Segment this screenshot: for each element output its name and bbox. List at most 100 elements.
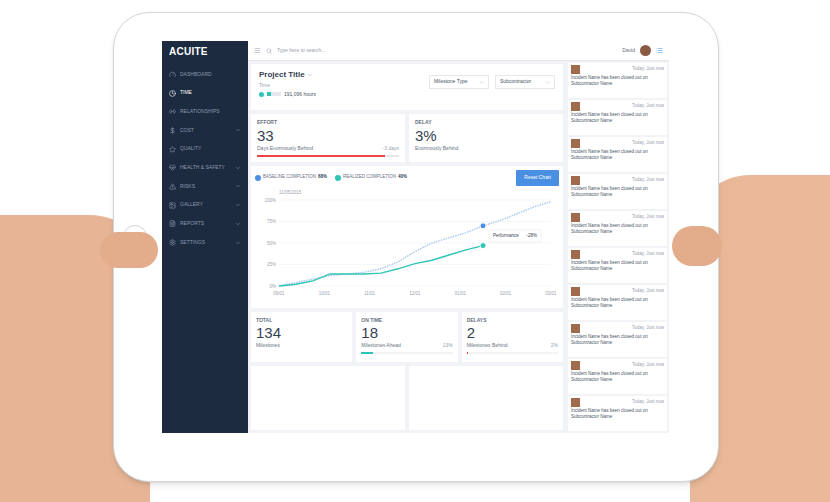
legend-item[interactable]: REALIZED COMPLETION40% bbox=[335, 174, 407, 181]
feed-item[interactable]: Today, Just nowIncident Name has been cl… bbox=[568, 211, 667, 246]
feed-item[interactable]: Today, Just nowIncident Name has been cl… bbox=[568, 174, 667, 209]
svg-text:11/01: 11/01 bbox=[364, 291, 375, 296]
feed-item[interactable]: Today, Just nowIncident Name has been cl… bbox=[568, 63, 667, 98]
svg-text:0%: 0% bbox=[269, 283, 276, 288]
svg-text:12/01: 12/01 bbox=[409, 291, 421, 296]
project-header: Project TitleTime191,096 hoursMilestone … bbox=[251, 64, 563, 110]
svg-text:75%: 75% bbox=[267, 219, 276, 224]
logo[interactable]: ACUITE bbox=[162, 41, 248, 61]
sidebar-item-icon bbox=[169, 239, 176, 246]
milestone-card: TOTAL134Milestones bbox=[251, 312, 352, 362]
feed-item[interactable]: Today, Just nowIncident Name has been cl… bbox=[568, 396, 667, 431]
sidebar-item-icon bbox=[169, 71, 176, 78]
hamburger-icon[interactable] bbox=[254, 47, 261, 54]
menu-icon[interactable] bbox=[656, 47, 663, 54]
top-bar: Type here to search... David bbox=[248, 41, 669, 61]
feed-avatar bbox=[571, 250, 580, 259]
svg-text:50%: 50% bbox=[267, 240, 276, 245]
sidebar-item[interactable]: QUALITY bbox=[162, 140, 248, 159]
search-icon bbox=[266, 48, 272, 54]
svg-text:-28%: -28% bbox=[526, 233, 537, 238]
tablet: ACUITE DASHBOARDTIMERELATIONSHIPSCOSTQUAL… bbox=[113, 12, 719, 482]
milestone-bar bbox=[361, 352, 452, 354]
sidebar-item[interactable]: HEALTH & SAFETY bbox=[162, 158, 248, 177]
sidebar-item-icon bbox=[169, 183, 176, 190]
svg-text:01/01: 01/01 bbox=[455, 291, 467, 296]
feed-avatar bbox=[571, 176, 580, 185]
kpi-card: EFFORT33Days Enormously Behind-3 days bbox=[251, 114, 405, 162]
feed-item[interactable]: Today, Just nowIncident Name has been cl… bbox=[568, 322, 667, 357]
feed-avatar bbox=[571, 213, 580, 222]
sidebar-item-icon bbox=[169, 146, 176, 153]
sidebar-item-icon bbox=[169, 108, 176, 115]
sidebar-item-icon bbox=[169, 90, 176, 97]
milestone-card: DELAYS2Milestones Behind2% bbox=[462, 312, 563, 362]
chevron-icon bbox=[235, 127, 241, 133]
completion-chart: 11/05/2015100% 75% 50% 25% 0% 09/01 10/01 11/01… bbox=[255, 186, 559, 304]
empty-card bbox=[409, 366, 563, 431]
reset-chart-button[interactable]: Reset Chart bbox=[516, 170, 559, 186]
right-thumb bbox=[672, 226, 722, 266]
milestone-bar bbox=[467, 352, 558, 354]
chevron-icon bbox=[479, 80, 484, 85]
chart-card: BASELINE COMPLETION68% REALIZED COMPLETIO… bbox=[251, 166, 563, 308]
left-thumb bbox=[100, 232, 158, 268]
chevron-icon bbox=[307, 72, 313, 78]
feed-item[interactable]: Today, Just nowIncident Name has been cl… bbox=[568, 248, 667, 283]
feed-item[interactable]: Today, Just nowIncident Name has been cl… bbox=[568, 137, 667, 172]
feed-item[interactable]: Today, Just nowIncident Name has been cl… bbox=[568, 359, 667, 394]
feed-avatar bbox=[571, 361, 580, 370]
activity-feed: Today, Just nowIncident Name has been cl… bbox=[566, 61, 669, 433]
feed-item[interactable]: Today, Just nowIncident Name has been cl… bbox=[568, 100, 667, 135]
user-name[interactable]: David bbox=[622, 47, 635, 55]
screen: ACUITE DASHBOARDTIMERELATIONSHIPSCOSTQUAL… bbox=[162, 41, 669, 433]
feed-avatar bbox=[571, 139, 580, 148]
mockup: ACUITE DASHBOARDTIMERELATIONSHIPSCOSTQUAL… bbox=[0, 0, 830, 502]
chevron-icon bbox=[235, 183, 241, 189]
chevron-icon bbox=[235, 240, 241, 246]
sidebar: ACUITE DASHBOARDTIMERELATIONSHIPSCOSTQUAL… bbox=[162, 41, 248, 433]
sidebar-item[interactable]: COST bbox=[162, 121, 248, 140]
sidebar-item[interactable]: TIME bbox=[162, 84, 248, 103]
filter-dropdown[interactable]: Milestone Type bbox=[429, 75, 489, 89]
hours-bar bbox=[267, 92, 281, 96]
performance-tooltip: Performance -28% bbox=[489, 229, 541, 241]
milestone-card: ON TIME18Milestones Ahead13% bbox=[356, 312, 457, 362]
user-avatar[interactable] bbox=[640, 45, 651, 56]
kpi-card: DELAY3%Enormously Behind bbox=[409, 114, 563, 162]
sidebar-item[interactable]: REPORTS bbox=[162, 215, 248, 234]
search-input[interactable]: Type here to search... bbox=[277, 47, 617, 55]
feed-avatar bbox=[571, 398, 580, 407]
chevron-icon bbox=[235, 165, 241, 171]
sidebar-item[interactable]: SETTINGS bbox=[162, 233, 248, 252]
svg-text:Performance: Performance bbox=[493, 233, 519, 238]
svg-text:25%: 25% bbox=[267, 262, 276, 267]
svg-text:03/01: 03/01 bbox=[545, 291, 557, 296]
feed-avatar bbox=[571, 102, 580, 111]
empty-card bbox=[251, 366, 405, 431]
chevron-icon bbox=[235, 202, 241, 208]
svg-text:11/05/2015: 11/05/2015 bbox=[279, 190, 302, 195]
sidebar-item-icon bbox=[169, 164, 176, 171]
feed-item[interactable]: Today, Just nowIncident Name has been cl… bbox=[568, 285, 667, 320]
feed-avatar bbox=[571, 287, 580, 296]
filter-dropdown[interactable]: Subcontractor bbox=[495, 75, 555, 89]
kpi-bar bbox=[257, 155, 399, 157]
svg-text:10/01: 10/01 bbox=[319, 291, 331, 296]
chevron-icon bbox=[545, 80, 550, 85]
feed-avatar bbox=[571, 65, 580, 74]
sidebar-item[interactable]: RELATIONSHIPS bbox=[162, 102, 248, 121]
svg-text:100%: 100% bbox=[264, 197, 276, 202]
project-title[interactable]: Project Title bbox=[259, 69, 305, 81]
sidebar-item[interactable]: GALLERY bbox=[162, 196, 248, 215]
sidebar-item-icon bbox=[169, 127, 176, 134]
legend-item[interactable]: BASELINE COMPLETION68% bbox=[255, 174, 327, 181]
sidebar-item[interactable]: RISKS bbox=[162, 177, 248, 196]
svg-text:09/01: 09/01 bbox=[273, 291, 285, 296]
svg-text:02/01: 02/01 bbox=[500, 291, 512, 296]
chevron-icon bbox=[235, 221, 241, 227]
feed-avatar bbox=[571, 324, 580, 333]
sidebar-item[interactable]: DASHBOARD bbox=[162, 65, 248, 84]
sidebar-item-icon bbox=[169, 220, 176, 227]
sidebar-item-icon bbox=[169, 202, 176, 209]
